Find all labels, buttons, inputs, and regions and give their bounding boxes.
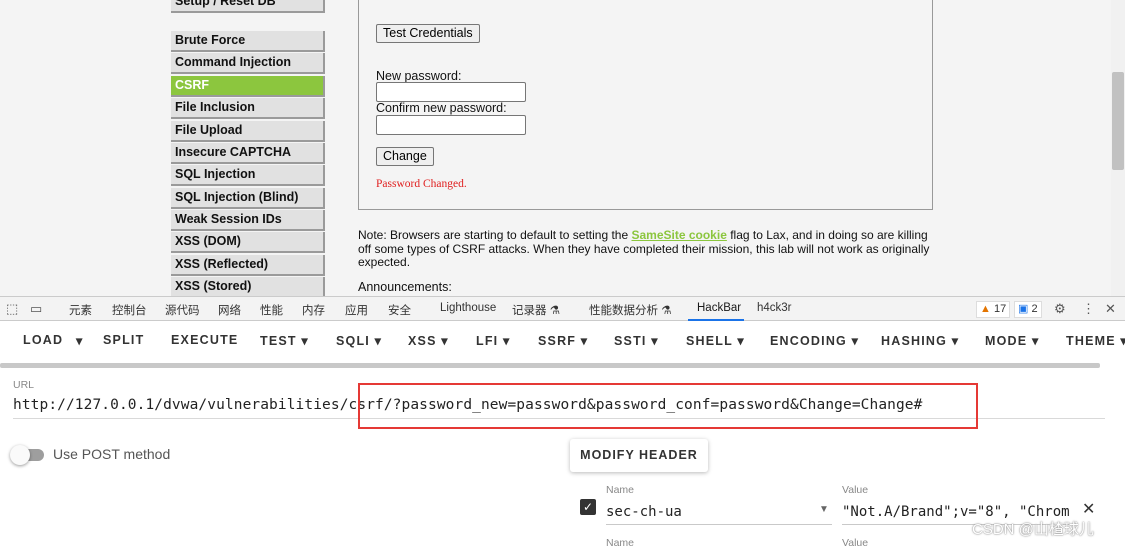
post-method-label: Use POST method <box>53 446 171 462</box>
tab-console[interactable]: 控制台 <box>112 302 147 318</box>
tab-security[interactable]: 安全 <box>388 302 411 318</box>
url-highlight-annotation <box>358 383 978 429</box>
announcements-heading: Announcements: <box>358 280 452 294</box>
menu-item-xss-stored[interactable]: XSS (Stored) <box>171 277 325 296</box>
password-changed-message: Password Changed. <box>376 178 467 190</box>
hashing-menu-button[interactable]: HASHING ▾ <box>881 333 959 348</box>
more-options-icon[interactable]: ⋮ <box>1082 301 1095 317</box>
header-value-label-2: Value <box>842 537 869 549</box>
sqli-menu-button[interactable]: SQLI ▾ <box>336 333 382 348</box>
tab-memory[interactable]: 内存 <box>302 302 325 318</box>
tab-application[interactable]: 应用 <box>345 302 368 318</box>
gear-icon[interactable]: ⚙ <box>1054 301 1066 317</box>
page-scrollbar-thumb[interactable] <box>1112 72 1124 170</box>
header-name-underline <box>606 524 832 525</box>
lfi-menu-button[interactable]: LFI ▾ <box>476 333 511 348</box>
message-icon: ▣ <box>1018 303 1029 315</box>
tab-h4ck3r[interactable]: h4ck3r <box>757 302 792 314</box>
confirm-password-input[interactable] <box>376 115 526 135</box>
note-prefix: Note: Browsers are starting to default t… <box>358 228 632 242</box>
header-enabled-checkbox[interactable]: ✓ <box>580 499 596 515</box>
confirm-password-label: Confirm new password: <box>376 101 507 115</box>
menu-item-file-inclusion[interactable]: File Inclusion <box>171 98 325 119</box>
menu-item-brute-force[interactable]: Brute Force <box>171 31 325 52</box>
header-value-label: Value <box>842 484 869 496</box>
tab-sources[interactable]: 源代码 <box>165 302 200 318</box>
right-column <box>951 0 1111 296</box>
ssrf-menu-button[interactable]: SSRF ▾ <box>538 333 588 348</box>
header-name-input[interactable]: sec-ch-ua <box>606 504 806 520</box>
device-toolbar-icon[interactable]: ▭ <box>30 301 42 317</box>
new-password-input[interactable] <box>376 82 526 102</box>
menu-item-weak-session-ids[interactable]: Weak Session IDs <box>171 210 325 231</box>
close-devtools-icon[interactable]: ✕ <box>1105 301 1116 317</box>
messages-count: 2 <box>1031 303 1038 315</box>
tab-performance-insights[interactable]: 性能数据分析 ⚗ <box>589 302 672 318</box>
samesite-cookie-link[interactable]: SameSite cookie <box>631 228 726 242</box>
menu-item-insecure-captcha[interactable]: Insecure CAPTCHA <box>171 143 325 164</box>
menu-item-command-injection[interactable]: Command Injection <box>171 53 325 74</box>
dvwa-page: Setup / Reset DB Brute Force Command Inj… <box>0 0 1125 296</box>
hackbar-panel: LOAD ▾ SPLIT EXECUTE TEST ▾ SQLI ▾ XSS ▾… <box>0 321 1125 549</box>
split-button[interactable]: SPLIT <box>103 333 144 347</box>
messages-badge[interactable]: ▣ 2 <box>1014 301 1042 318</box>
hackbar-toolbar: LOAD ▾ SPLIT EXECUTE TEST ▾ SQLI ▾ XSS ▾… <box>0 321 1125 363</box>
tab-elements[interactable]: 元素 <box>69 302 92 318</box>
change-button[interactable]: Change <box>376 147 434 166</box>
remove-header-icon[interactable]: ✕ <box>1082 499 1095 519</box>
menu-item-file-upload[interactable]: File Upload <box>171 121 325 142</box>
load-dropdown-button[interactable]: ▾ <box>76 333 83 348</box>
tab-recorder[interactable]: 记录器 ⚗ <box>512 302 560 318</box>
tab-performance[interactable]: 性能 <box>260 302 283 318</box>
test-credentials-button[interactable]: Test Credentials <box>376 24 480 43</box>
execute-button[interactable]: EXECUTE <box>171 333 238 347</box>
url-label: URL <box>13 379 35 391</box>
csdn-watermark: CSDN @山楂球儿 <box>972 521 1094 538</box>
encoding-menu-button[interactable]: ENCODING ▾ <box>770 333 859 348</box>
test-menu-button[interactable]: TEST ▾ <box>260 333 309 348</box>
ssti-menu-button[interactable]: SSTI ▾ <box>614 333 659 348</box>
header-name-label-2: Name <box>606 537 635 549</box>
toolbar-scrollbar[interactable] <box>0 363 1100 368</box>
inspect-element-icon[interactable]: ⬚ <box>6 301 18 317</box>
post-method-toggle[interactable] <box>10 445 30 465</box>
mode-menu-button[interactable]: MODE ▾ <box>985 333 1039 348</box>
warnings-badge[interactable]: ▲ 17 <box>976 301 1011 318</box>
header-name-label: Name <box>606 484 635 496</box>
menu-item-xss-reflected[interactable]: XSS (Reflected) <box>171 255 325 276</box>
menu-item-xss-dom[interactable]: XSS (DOM) <box>171 232 325 253</box>
tab-hackbar[interactable]: HackBar <box>697 302 741 314</box>
header-name-dropdown-icon[interactable]: ▼ <box>819 504 829 515</box>
left-gutter <box>0 0 157 296</box>
check-icon: ✓ <box>582 500 594 514</box>
modify-header-button[interactable]: MODIFY HEADER <box>570 439 708 472</box>
tab-lighthouse[interactable]: Lighthouse <box>440 302 496 314</box>
menu-item-csrf[interactable]: CSRF <box>171 76 325 97</box>
load-button[interactable]: LOAD <box>23 333 63 347</box>
devtools-tab-bar: ⬚ ▭ 元素 控制台 源代码 网络 性能 内存 应用 安全 Lighthouse… <box>0 296 1125 321</box>
samesite-note: Note: Browsers are starting to default t… <box>358 228 933 270</box>
warning-icon: ▲ <box>980 303 991 315</box>
menu-item-sql-injection-blind[interactable]: SQL Injection (Blind) <box>171 188 325 209</box>
xss-menu-button[interactable]: XSS ▾ <box>408 333 449 348</box>
new-password-label: New password: <box>376 69 462 83</box>
menu-item-sql-injection[interactable]: SQL Injection <box>171 165 325 186</box>
theme-menu-button[interactable]: THEME ▾ <box>1066 333 1125 348</box>
shell-menu-button[interactable]: SHELL ▾ <box>686 333 745 348</box>
tab-network[interactable]: 网络 <box>218 302 241 318</box>
warnings-count: 17 <box>993 303 1007 315</box>
menu-item-setup-reset-db[interactable]: Setup / Reset DB <box>171 0 325 13</box>
